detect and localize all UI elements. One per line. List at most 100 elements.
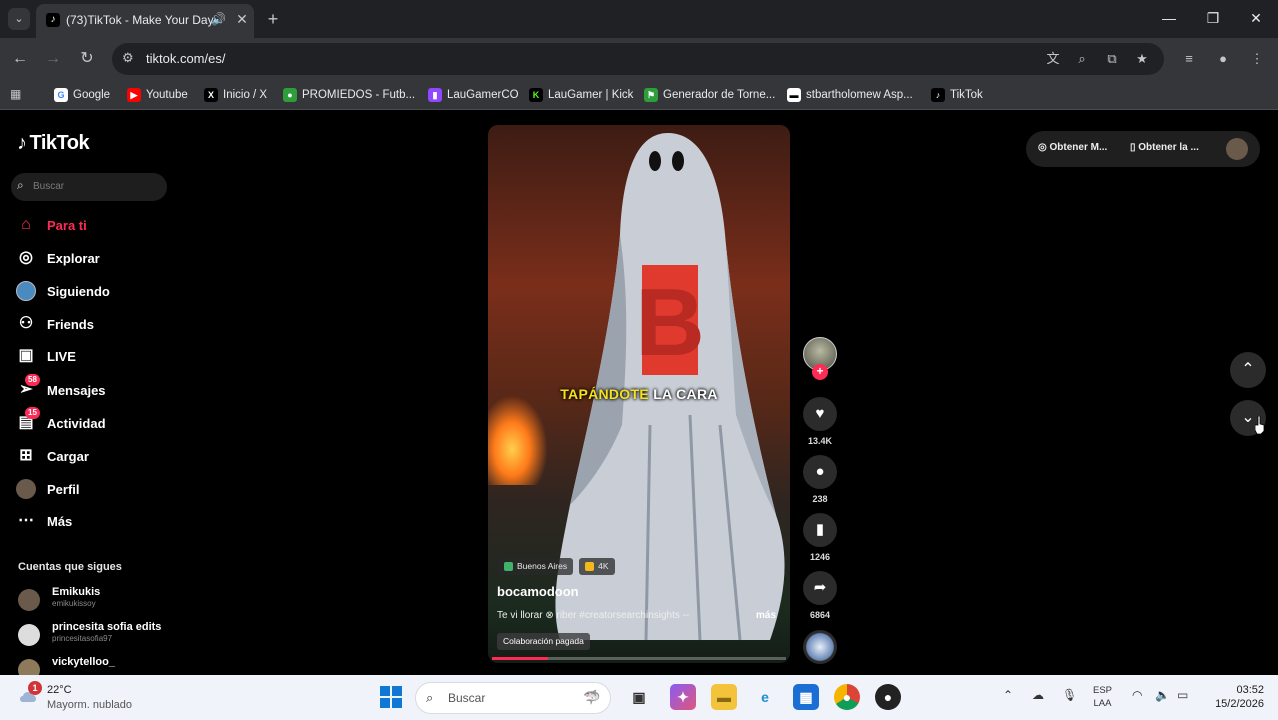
like-heart-icon[interactable]: ♥ (803, 397, 837, 431)
new-tab-button[interactable]: + (262, 8, 284, 30)
tiktok-logo[interactable]: ♪ TikTok (17, 132, 90, 155)
battery-icon[interactable]: ▭ (1177, 688, 1188, 702)
video-author[interactable]: bocamodoon (497, 584, 579, 599)
chevron-up-icon[interactable]: ⌃ (1230, 352, 1266, 388)
shark-widget-icon[interactable]: 🦈 (570, 684, 614, 710)
bookmark-star-icon[interactable]: ★ (1133, 50, 1151, 68)
more-button[interactable]: más (756, 610, 776, 621)
quality-icon (585, 562, 595, 571)
chrome-menu-icon[interactable]: ⋮ (1246, 48, 1268, 70)
store-icon[interactable]: ▦ (793, 684, 819, 710)
nav-following[interactable]: Siguiendo (16, 278, 110, 304)
nav-profile[interactable]: Perfil (16, 476, 80, 502)
zoom-icon[interactable]: ⌕ (1073, 50, 1091, 68)
forward-arrow-icon[interactable]: → (42, 48, 64, 70)
restore-icon[interactable]: ❐ (1197, 6, 1229, 30)
nav-explore[interactable]: ◎ Explorar (16, 245, 100, 271)
nav-label: Cargar (47, 448, 89, 464)
wifi-icon[interactable]: ◠ (1132, 688, 1142, 702)
nav-friends[interactable]: ⚇ Friends (16, 311, 94, 337)
url-text[interactable]: tiktok.com/es/ (146, 51, 225, 66)
nav-messages[interactable]: ➢ 58 Mensajes (16, 374, 106, 403)
avatar (18, 589, 40, 611)
nav-live[interactable]: ▣ LIVE (16, 343, 76, 369)
location-chip[interactable]: Buenos Aires (498, 558, 574, 575)
language-indicator[interactable]: ESP LAA (1093, 684, 1112, 710)
bookmark-laugamerco[interactable]: ▮ LauGamerCO (428, 85, 519, 105)
bookmark-x[interactable]: X Inicio / X (204, 85, 267, 105)
tray-overflow-icon[interactable]: ⌃ (1003, 688, 1013, 702)
tab-close-icon[interactable]: ✕ (233, 10, 251, 28)
search-input[interactable]: ⌕ Buscar (11, 173, 167, 201)
cloud-off-icon[interactable]: ☁ (1032, 688, 1044, 702)
audio-playing-icon[interactable]: 🔊 (211, 12, 226, 26)
nav-upload[interactable]: ⊞ Cargar (16, 443, 89, 469)
bookmark-stbartholomew[interactable]: ▬ stbartholomew Asp... (787, 85, 913, 105)
video-chips: Buenos Aires 4K (498, 558, 615, 575)
more-icon: ⋯ (18, 512, 34, 529)
follow-plus-icon[interactable]: + (812, 364, 828, 380)
get-app-button-2[interactable]: ▯ Obtener la ... (1130, 142, 1199, 153)
nav-label: Perfil (47, 481, 80, 497)
video-description: Te vi llorar ⊗ riber #creatorsearchinsig… (497, 610, 690, 621)
windows-start-icon[interactable] (380, 686, 402, 708)
file-explorer-icon[interactable]: ▬ (711, 684, 737, 710)
get-app-bar: ◎ Obtener M... ▯ Obtener la ... (1026, 131, 1260, 167)
bookmark-tiktok[interactable]: ♪ TikTok (931, 85, 983, 105)
video-player[interactable]: B TAPÁNDOTE LA CARA Buenos Aires 4K boca… (488, 125, 790, 663)
minimize-icon[interactable]: — (1153, 6, 1185, 30)
avatar (18, 659, 40, 675)
music-disc-icon[interactable] (803, 630, 837, 664)
profile-avatar-icon[interactable]: ● (1212, 48, 1234, 70)
window-close-icon[interactable]: ✕ (1240, 6, 1272, 30)
bookmark-promiedos[interactable]: ● PROMIEDOS - Futb... (283, 85, 415, 105)
tab-search-button[interactable]: ⌄ (8, 8, 30, 30)
bookmark-google[interactable]: G Google (54, 85, 110, 105)
copilot-icon[interactable]: ✦ (670, 684, 696, 710)
nav-activity[interactable]: ▤ 15 Actividad (16, 407, 106, 436)
chrome-icon[interactable]: ● (834, 684, 860, 710)
share-arrow-icon[interactable]: ➦ (803, 571, 837, 605)
fire-graphic (488, 395, 548, 485)
messages-icon: ➢ 58 (16, 374, 40, 400)
volume-icon[interactable]: 🔈 (1155, 688, 1170, 702)
reload-icon[interactable]: ↻ (76, 48, 98, 70)
bookmark-generador[interactable]: ⚑ Generador de Torne... (644, 85, 775, 105)
get-app-label: Obtener la ... (1138, 142, 1199, 153)
obs-icon[interactable]: ● (875, 684, 901, 710)
comment-icon[interactable]: ● (803, 455, 837, 489)
microphone-icon[interactable]: 🎙 (1062, 688, 1077, 702)
bookmark-youtube[interactable]: ▶ Youtube (127, 85, 188, 105)
quality-chip[interactable]: 4K (579, 558, 615, 575)
nav-for-you[interactable]: ⌂ Para ti (16, 212, 87, 238)
cast-icon[interactable]: ⧉ (1103, 50, 1121, 68)
back-arrow-icon[interactable]: ← (9, 48, 31, 70)
bookmark-label: Generador de Torne... (663, 89, 776, 101)
bookmark-label: stbartholomew Asp... (806, 89, 913, 101)
edge-icon[interactable]: e (752, 684, 778, 710)
site-info-icon[interactable]: ⚙ (122, 50, 134, 66)
media-control-icon[interactable]: ≡ (1178, 48, 1200, 70)
bookmark-icon[interactable]: ▮ (803, 513, 837, 547)
bookmark-label: Inicio / X (223, 89, 268, 101)
bookmark-label: Google (73, 89, 111, 101)
get-app-button-1[interactable]: ◎ Obtener M... (1038, 142, 1107, 153)
address-bar[interactable]: ⚙ tiktok.com/es/ 文 ⌕ ⧉ ★ (112, 43, 1164, 75)
nav-label: LIVE (47, 348, 76, 364)
temperature[interactable]: 22°C (47, 684, 72, 696)
taskbar-clock[interactable]: 03:52 15/2/2026 (1200, 683, 1264, 711)
nav-label: Siguiendo (47, 283, 110, 299)
video-progress-bar[interactable] (492, 657, 786, 660)
weather-description[interactable]: Mayorm. nublado (47, 699, 132, 711)
nav-label: Friends (47, 316, 94, 332)
task-view-icon[interactable]: ▣ (626, 684, 652, 710)
apps-grid-icon[interactable]: ▦ (10, 86, 26, 102)
active-tab[interactable]: ♪ (73)TikTok - Make Your Day 🔊 ✕ (36, 4, 254, 38)
account-handle: princesitasofia97 (52, 634, 113, 643)
hand-cursor-icon (1255, 416, 1265, 434)
stbartholomew-icon: ▬ (787, 88, 801, 102)
bookmark-kick[interactable]: K LauGamer | Kick (529, 85, 633, 105)
user-avatar[interactable] (1226, 138, 1248, 160)
translate-icon[interactable]: 文 (1044, 50, 1062, 68)
nav-more[interactable]: ⋯ Más (16, 508, 72, 534)
